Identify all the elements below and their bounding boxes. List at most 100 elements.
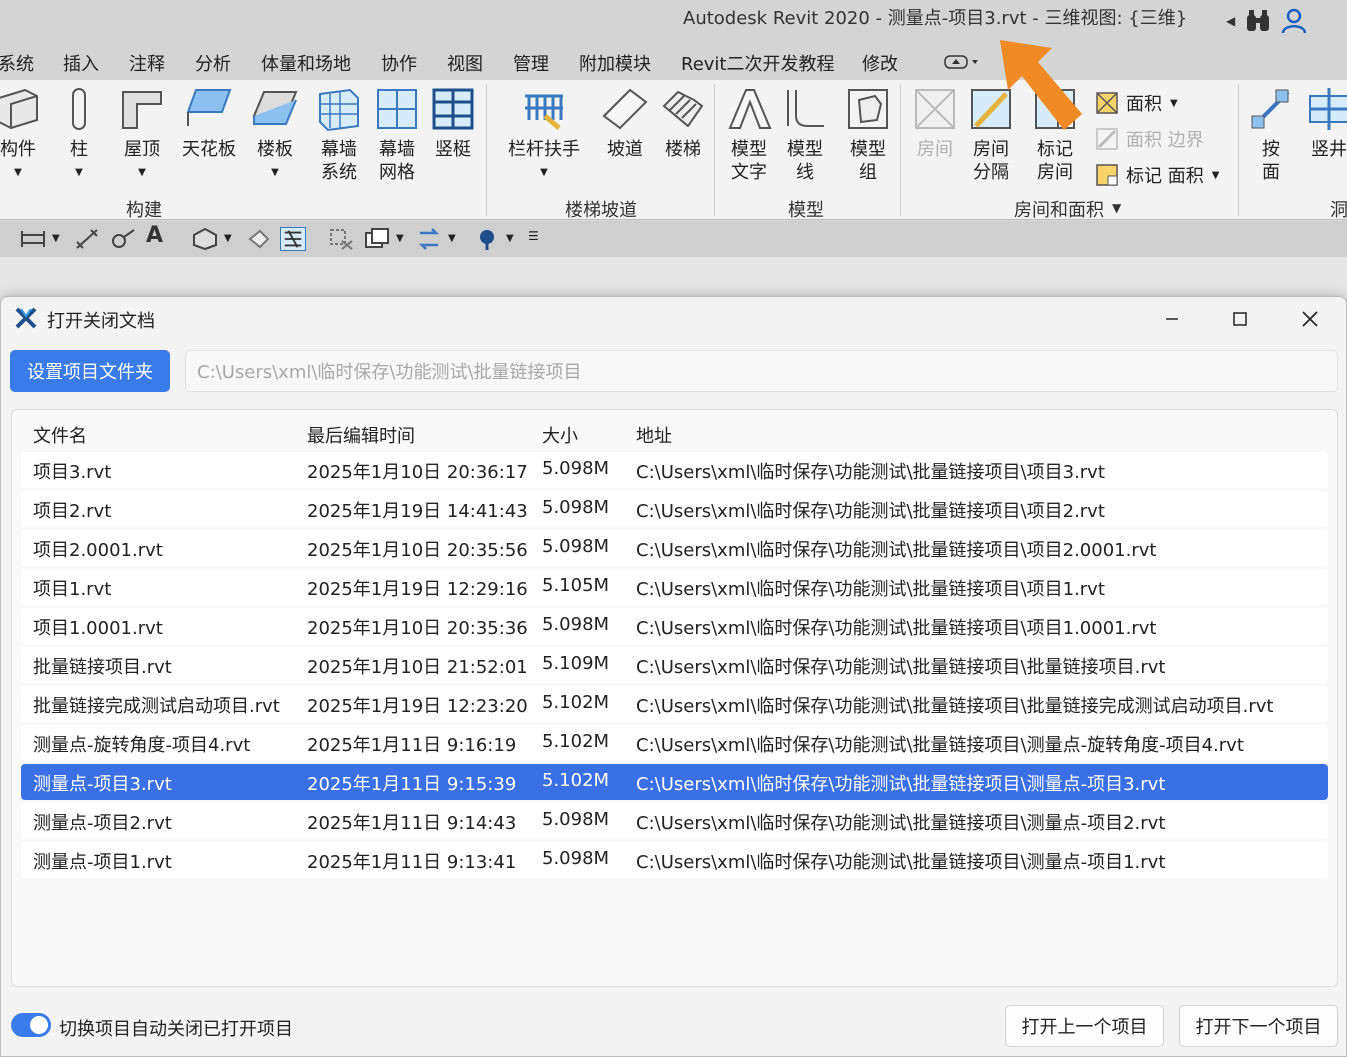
ribbon: 构件 ▼ 柱 ▼ 屋顶 ▼ 天花板 楼板 ▼ 幕墙 系统 幕墙 网格 竖梃 构建… [0,80,1347,221]
room-panel-expand-icon[interactable]: ▼ [1112,201,1121,215]
table-row[interactable]: 项目2.0001.rvt 2025年1月10日 20:35:56 5.098M C:\… [21,530,1328,566]
file-size-cell: 5.105M [542,575,610,596]
panel-toggle-icon[interactable] [944,55,980,69]
column-header-modified[interactable]: 最后编辑时间 [307,422,415,448]
table-row[interactable]: 项目1.rvt 2025年1月19日 12:29:16 5.105M C:\Users… [21,569,1328,605]
area-icon [1096,92,1118,114]
ceiling-button[interactable]: 天花板 [180,86,238,161]
mullion-label: 竖梃 [435,139,471,160]
user-icon[interactable] [1281,8,1307,34]
table-row[interactable]: 测量点-项目2.rvt 2025年1月11日 9:14:43 5.098M C:\Us… [21,803,1328,839]
area-boundary-icon [1096,128,1118,150]
shaft-button[interactable]: 竖井 [1304,86,1347,161]
tab-collaborate[interactable]: 协作 [381,50,417,76]
railing-button[interactable]: 栏杆扶手 ▼ [506,86,582,184]
curtain-grid-label-1: 幕墙 [379,139,415,160]
switch-windows-icon[interactable] [364,227,390,251]
table-row[interactable]: 测量点-旋转角度-项目4.rvt 2025年1月11日 9:16:19 5.102M… [21,725,1328,761]
roof-label: 屋顶 [124,139,160,160]
window-title: Autodesk Revit 2020 - 测量点-项目3.rvt - 三维视图… [683,8,1188,29]
open-previous-project-button[interactable]: 打开上一个项目 [1005,1005,1164,1047]
model-line-button[interactable]: 模型 线 [782,86,828,184]
folder-path-input[interactable]: C:\Users\xml\临时保存\功能测试\批量链接项目 [185,350,1338,392]
curtain-system-button[interactable]: 幕墙 系统 [314,86,364,184]
component-button[interactable]: 构件 ▼ [0,86,46,184]
set-project-folder-button[interactable]: 设置项目文件夹 [10,350,170,392]
floor-button[interactable]: 楼板 ▼ [250,86,300,184]
auto-close-toggle[interactable] [11,1013,51,1037]
column-button[interactable]: 柱 ▼ [56,86,102,184]
tab-annotate[interactable]: 注释 [129,50,165,76]
room-button[interactable]: 房间 [912,86,958,161]
area-boundary-button[interactable]: 面积 边界 [1096,126,1204,152]
thin-lines-icon[interactable] [280,227,306,251]
file-path-cell: C:\Users\xml\临时保存\功能测试\批量链接项目\测量点-项目2.rv… [636,813,1166,834]
minimize-button[interactable] [1154,305,1190,333]
table-row[interactable]: 项目2.rvt 2025年1月19日 14:41:43 5.098M C:\Users… [21,491,1328,527]
tag-area-button[interactable]: 标记 面积 ▼ [1096,162,1219,188]
ramp-button[interactable]: 坡道 [602,86,648,161]
table-row[interactable]: 批量链接完成测试启动项目.rvt 2025年1月19日 12:23:20 5.102… [21,686,1328,722]
annotation-arrow-icon [1000,40,1082,130]
customize-toolbar-icon[interactable]: ☰ [528,229,554,253]
app-logo-icon [15,307,37,329]
tab-insert[interactable]: 插入 [63,50,99,76]
measure-icon[interactable] [74,227,100,251]
column-header-path[interactable]: 地址 [636,422,672,448]
sync-icon[interactable] [416,227,442,251]
tab-modify[interactable]: 修改 [862,50,898,76]
maximize-button[interactable] [1222,305,1258,333]
table-row[interactable]: 测量点-项目1.rvt 2025年1月11日 9:13:41 5.098M C:\Us… [21,842,1328,878]
tab-view[interactable]: 视图 [447,50,483,76]
file-modified-cell: 2025年1月11日 9:14:43 [307,813,517,834]
3d-view-icon[interactable] [192,227,218,251]
file-modified-cell: 2025年1月19日 14:41:43 [307,501,528,522]
section-icon[interactable] [246,227,272,251]
table-row[interactable]: 批量链接项目.rvt 2025年1月10日 21:52:01 5.109M C:\Us… [21,647,1328,683]
binoculars-icon[interactable] [1245,9,1271,33]
tab-massing[interactable]: 体量和场地 [261,50,351,76]
file-name-cell: 测量点-项目3.rvt [33,774,172,795]
file-path-cell: C:\Users\xml\临时保存\功能测试\批量链接项目\测量点-项目3.rv… [636,774,1166,795]
tab-analyze[interactable]: 分析 [195,50,231,76]
minimize-icon [1166,318,1178,320]
tag-area-icon [1096,164,1118,186]
table-row[interactable]: 项目3.rvt 2025年1月10日 20:36:17 5.098M C:\Users… [21,452,1328,488]
model-group-button[interactable]: 模型 组 [842,86,894,184]
spot-elevation-icon[interactable] [110,227,136,251]
stair-button[interactable]: 楼梯 [660,86,706,161]
roof-button[interactable]: 屋顶 ▼ [116,86,168,184]
file-size-cell: 5.098M [542,497,610,518]
text-tool-icon[interactable]: A [146,223,172,248]
table-row[interactable]: 测量点-项目3.rvt 2025年1月11日 9:15:39 5.102M C:\Us… [21,764,1328,800]
close-hidden-icon[interactable] [328,227,354,251]
build-panel-label: 构建 [126,200,162,221]
file-size-cell: 5.098M [542,536,610,557]
file-size-cell: 5.098M [542,614,610,635]
model-group-icon [848,89,888,129]
dropdown-arrow-icon[interactable]: ▼ [448,233,474,257]
tab-manage[interactable]: 管理 [513,50,549,76]
open-next-project-button[interactable]: 打开下一个项目 [1179,1005,1338,1047]
close-button[interactable] [1292,305,1328,333]
tab-system[interactable]: 系统 [0,50,34,76]
area-button[interactable]: 面积 ▼ [1096,90,1178,116]
column-header-name[interactable]: 文件名 [33,422,87,448]
column-header-size[interactable]: 大小 [542,422,578,448]
model-text-button[interactable]: 模型 文字 [726,86,772,184]
pin-icon[interactable] [474,227,500,251]
file-name-cell: 测量点-项目1.rvt [33,852,172,873]
caret-left-icon[interactable]: ◀ [1226,14,1235,28]
ribbon-separator [900,84,901,216]
model-group-label-1: 模型 [850,139,886,160]
tab-revit-dev[interactable]: Revit二次开发教程 [681,50,834,76]
by-face-button[interactable]: 按 面 [1248,86,1294,184]
align-dimension-icon[interactable] [20,227,46,251]
auto-close-label: 切换项目自动关闭已打开项目 [59,1019,293,1040]
tab-addins[interactable]: 附加模块 [579,50,651,76]
table-row[interactable]: 项目1.0001.rvt 2025年1月10日 20:35:36 5.098M C:\… [21,608,1328,644]
stairs-panel-label: 楼梯坡道 [565,200,637,221]
curtain-grid-button[interactable]: 幕墙 网格 [372,86,422,184]
mullion-button[interactable]: 竖梃 [430,86,476,161]
area-boundary-label: 面积 边界 [1126,130,1204,151]
